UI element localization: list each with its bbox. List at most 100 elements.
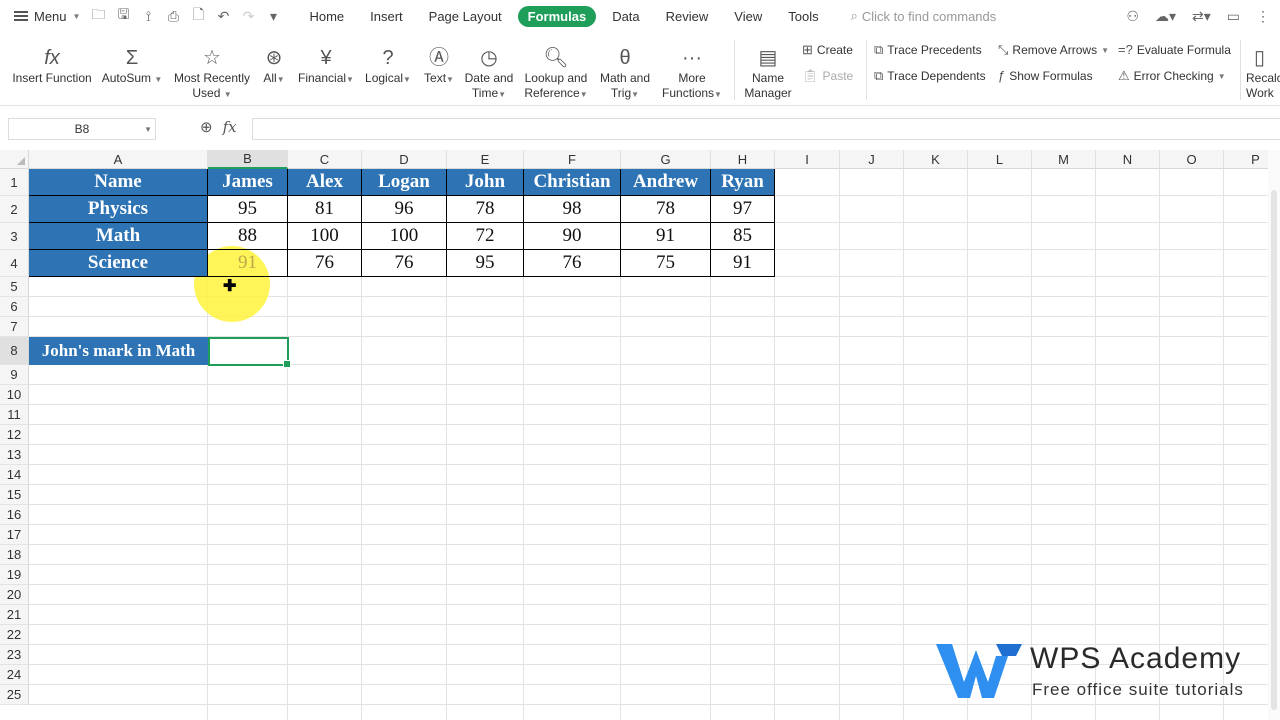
scrollbar-thumb[interactable] bbox=[1271, 190, 1277, 710]
row-header-15[interactable]: 15 bbox=[0, 485, 29, 505]
row-header-17[interactable]: 17 bbox=[0, 525, 29, 545]
cell-score[interactable]: 98 bbox=[524, 196, 621, 223]
date-time-button[interactable]: ◷ Date and Time▼ bbox=[462, 38, 516, 102]
cell-score[interactable]: 91 bbox=[621, 223, 711, 250]
row-header-13[interactable]: 13 bbox=[0, 445, 29, 465]
format-painter-icon[interactable]: ⟟ bbox=[140, 8, 156, 25]
cell-a8-label[interactable]: John's mark in Math bbox=[29, 337, 208, 365]
row-header-11[interactable]: 11 bbox=[0, 405, 29, 425]
row-header-7[interactable]: 7 bbox=[0, 317, 29, 337]
cell-student-name[interactable]: James bbox=[208, 169, 288, 196]
math-trig-button[interactable]: θ Math and Trig▼ bbox=[596, 38, 654, 102]
cell-score[interactable]: 78 bbox=[447, 196, 524, 223]
all-functions-button[interactable]: ⊛ All▼ bbox=[258, 38, 290, 87]
cell-score[interactable]: 100 bbox=[288, 223, 362, 250]
create-button[interactable]: ⊞ Create bbox=[802, 42, 853, 58]
column-header-b[interactable]: B bbox=[208, 150, 288, 169]
column-header-o[interactable]: O bbox=[1160, 150, 1224, 169]
print-preview-icon[interactable]: 🗋 bbox=[190, 4, 206, 28]
row-header-1[interactable]: 1 bbox=[0, 169, 29, 196]
column-header-c[interactable]: C bbox=[288, 150, 362, 169]
financial-button[interactable]: ¥ Financial▼ bbox=[296, 38, 356, 87]
redo-icon[interactable]: ↷ bbox=[240, 8, 256, 25]
name-manager-button[interactable]: ▤ Name Manager bbox=[740, 38, 796, 101]
cell-score[interactable]: 96 bbox=[362, 196, 447, 223]
column-header-n[interactable]: N bbox=[1096, 150, 1160, 169]
cell-score[interactable]: 76 bbox=[288, 250, 362, 277]
cell-score[interactable]: 75 bbox=[621, 250, 711, 277]
row-header-12[interactable]: 12 bbox=[0, 425, 29, 445]
most-recently-used-button[interactable]: ☆ Most Recently Used ▼ bbox=[170, 38, 254, 102]
customize-icon[interactable]: ▾ bbox=[265, 8, 281, 25]
formula-input[interactable] bbox=[252, 118, 1280, 140]
row-header-4[interactable]: 4 bbox=[0, 250, 29, 277]
column-header-d[interactable]: D bbox=[362, 150, 447, 169]
row-header-5[interactable]: 5 bbox=[0, 277, 29, 297]
row-header-3[interactable]: 3 bbox=[0, 223, 29, 250]
row-header-19[interactable]: 19 bbox=[0, 565, 29, 585]
column-header-i[interactable]: I bbox=[775, 150, 840, 169]
select-all-corner[interactable] bbox=[0, 150, 29, 169]
command-search[interactable]: ⌕ Click to find commands bbox=[851, 8, 997, 24]
cell-subject-label[interactable]: Science bbox=[29, 250, 208, 277]
column-header-g[interactable]: G bbox=[621, 150, 711, 169]
row-header-20[interactable]: 20 bbox=[0, 585, 29, 605]
cell-score[interactable]: 95 bbox=[447, 250, 524, 277]
column-header-k[interactable]: K bbox=[904, 150, 968, 169]
row-header-2[interactable]: 2 bbox=[0, 196, 29, 223]
row-header-18[interactable]: 18 bbox=[0, 545, 29, 565]
cell-score[interactable]: 72 bbox=[447, 223, 524, 250]
row-header-21[interactable]: 21 bbox=[0, 605, 29, 625]
cell-student-name[interactable]: Logan bbox=[362, 169, 447, 196]
row-header-6[interactable]: 6 bbox=[0, 297, 29, 317]
tab-page-layout[interactable]: Page Layout bbox=[419, 6, 512, 27]
fx-icon[interactable]: fx bbox=[223, 118, 237, 136]
print-icon[interactable]: ⎙ bbox=[165, 8, 181, 25]
cell-score[interactable]: 95 bbox=[208, 196, 288, 223]
column-header-m[interactable]: M bbox=[1032, 150, 1096, 169]
cell-student-name[interactable]: Ryan bbox=[711, 169, 775, 196]
cloud-icon[interactable]: ☁▾ bbox=[1155, 8, 1176, 25]
column-header-a[interactable]: A bbox=[29, 150, 208, 169]
column-header-f[interactable]: F bbox=[524, 150, 621, 169]
row-header-22[interactable]: 22 bbox=[0, 625, 29, 645]
save-icon[interactable]: 🖫 bbox=[115, 4, 131, 28]
tab-formulas[interactable]: Formulas bbox=[517, 5, 597, 27]
tab-view[interactable]: View bbox=[724, 6, 772, 27]
cell-student-name[interactable]: Andrew bbox=[621, 169, 711, 196]
trace-dependents-button[interactable]: ⧉ Trace Dependents bbox=[874, 68, 986, 84]
error-checking-button[interactable]: ⚠ Error Checking ▼ bbox=[1118, 68, 1226, 84]
selected-cell-b8[interactable] bbox=[208, 337, 291, 368]
cell-student-name[interactable]: John bbox=[447, 169, 524, 196]
row-header-25[interactable]: 25 bbox=[0, 685, 29, 705]
row-header-14[interactable]: 14 bbox=[0, 465, 29, 485]
paste-button[interactable]: 📋︎ Paste bbox=[802, 68, 853, 84]
column-header-j[interactable]: J bbox=[840, 150, 904, 169]
cell-score[interactable]: 76 bbox=[362, 250, 447, 277]
share-user-icon[interactable]: ⚇ bbox=[1126, 8, 1139, 25]
tab-insert[interactable]: Insert bbox=[360, 6, 413, 27]
column-header-l[interactable]: L bbox=[968, 150, 1032, 169]
zoom-search-icon[interactable]: ⊕ bbox=[200, 118, 213, 136]
row-header-9[interactable]: 9 bbox=[0, 365, 29, 385]
menu-button[interactable]: Menu ▼ bbox=[0, 0, 80, 32]
tab-data[interactable]: Data bbox=[602, 6, 649, 27]
comment-icon[interactable]: ▭ bbox=[1227, 8, 1240, 25]
cell-score[interactable]: 78 bbox=[621, 196, 711, 223]
cell-score[interactable]: 100 bbox=[362, 223, 447, 250]
cell-score[interactable]: 91 bbox=[208, 250, 288, 277]
column-header-h[interactable]: H bbox=[711, 150, 775, 169]
cell-student-name[interactable]: Christian bbox=[524, 169, 621, 196]
tab-review[interactable]: Review bbox=[656, 6, 719, 27]
row-header-24[interactable]: 24 bbox=[0, 665, 29, 685]
open-folder-icon[interactable]: 🗀 bbox=[90, 4, 106, 28]
cell-score[interactable]: 90 bbox=[524, 223, 621, 250]
logical-button[interactable]: ? Logical▼ bbox=[362, 38, 414, 87]
sync-icon[interactable]: ⇄▾ bbox=[1192, 8, 1211, 25]
cell-score[interactable]: 97 bbox=[711, 196, 775, 223]
trace-precedents-button[interactable]: ⧉ Trace Precedents bbox=[874, 42, 982, 58]
cell-score[interactable]: 91 bbox=[711, 250, 775, 277]
more-functions-button[interactable]: ··· More Functions▼ bbox=[658, 38, 726, 102]
row-header-8[interactable]: 8 bbox=[0, 337, 29, 365]
row-header-16[interactable]: 16 bbox=[0, 505, 29, 525]
